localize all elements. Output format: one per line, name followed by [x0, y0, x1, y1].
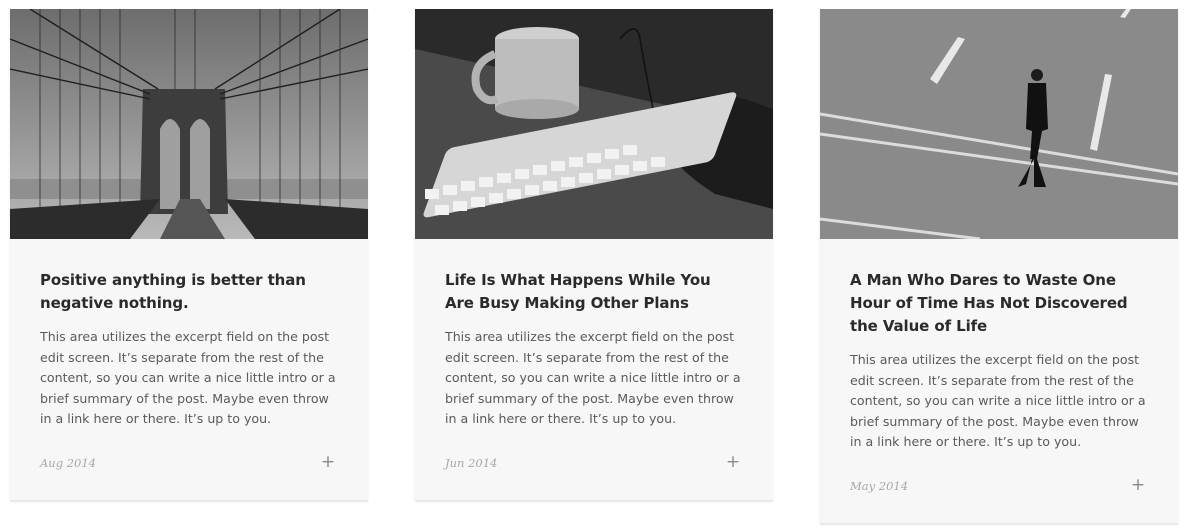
link-here[interactable]: here	[498, 411, 526, 426]
post-thumbnail-bridge[interactable]	[10, 9, 368, 239]
man-walking-street-photo	[820, 9, 1178, 239]
post-excerpt: This area utilizes the excerpt field on …	[40, 327, 338, 430]
post-excerpt: This area utilizes the excerpt field on …	[850, 350, 1148, 453]
excerpt-end: . It’s up to you.	[581, 411, 677, 427]
post-grid: Positive anything is better than negativ…	[0, 0, 1193, 532]
excerpt-end: . It’s up to you.	[176, 411, 272, 427]
bridge-photo	[10, 9, 368, 239]
keyboard-mug-photo	[415, 9, 773, 239]
link-there[interactable]: there	[548, 411, 581, 426]
post-title[interactable]: Positive anything is better than negativ…	[40, 269, 338, 315]
post-date: May 2014	[850, 478, 909, 493]
post-date: Jun 2014	[445, 455, 498, 470]
excerpt-or: or	[121, 411, 143, 427]
post-date: Aug 2014	[40, 455, 96, 470]
post-thumbnail-street[interactable]	[820, 9, 1178, 239]
plus-icon[interactable]: +	[318, 452, 338, 472]
post-card: A Man Who Dares to Waste One Hour of Tim…	[820, 9, 1178, 524]
excerpt-end: . It’s up to you.	[986, 434, 1082, 450]
link-here[interactable]: here	[93, 411, 121, 426]
post-card: Positive anything is better than negativ…	[10, 9, 368, 501]
excerpt-or: or	[931, 434, 953, 450]
link-here[interactable]: here	[903, 434, 931, 449]
post-title[interactable]: Life Is What Happens While You Are Busy …	[445, 269, 743, 315]
post-title[interactable]: A Man Who Dares to Waste One Hour of Tim…	[850, 269, 1148, 338]
link-there[interactable]: there	[953, 434, 986, 449]
post-meta: Aug 2014 +	[40, 452, 338, 478]
link-there[interactable]: there	[143, 411, 176, 426]
plus-icon[interactable]: +	[723, 452, 743, 472]
post-meta: May 2014 +	[850, 475, 1148, 501]
excerpt-or: or	[526, 411, 548, 427]
post-card: Life Is What Happens While You Are Busy …	[415, 9, 773, 501]
plus-icon[interactable]: +	[1128, 475, 1148, 495]
post-excerpt: This area utilizes the excerpt field on …	[445, 327, 743, 430]
post-meta: Jun 2014 +	[445, 452, 743, 478]
post-thumbnail-keyboard[interactable]	[415, 9, 773, 239]
